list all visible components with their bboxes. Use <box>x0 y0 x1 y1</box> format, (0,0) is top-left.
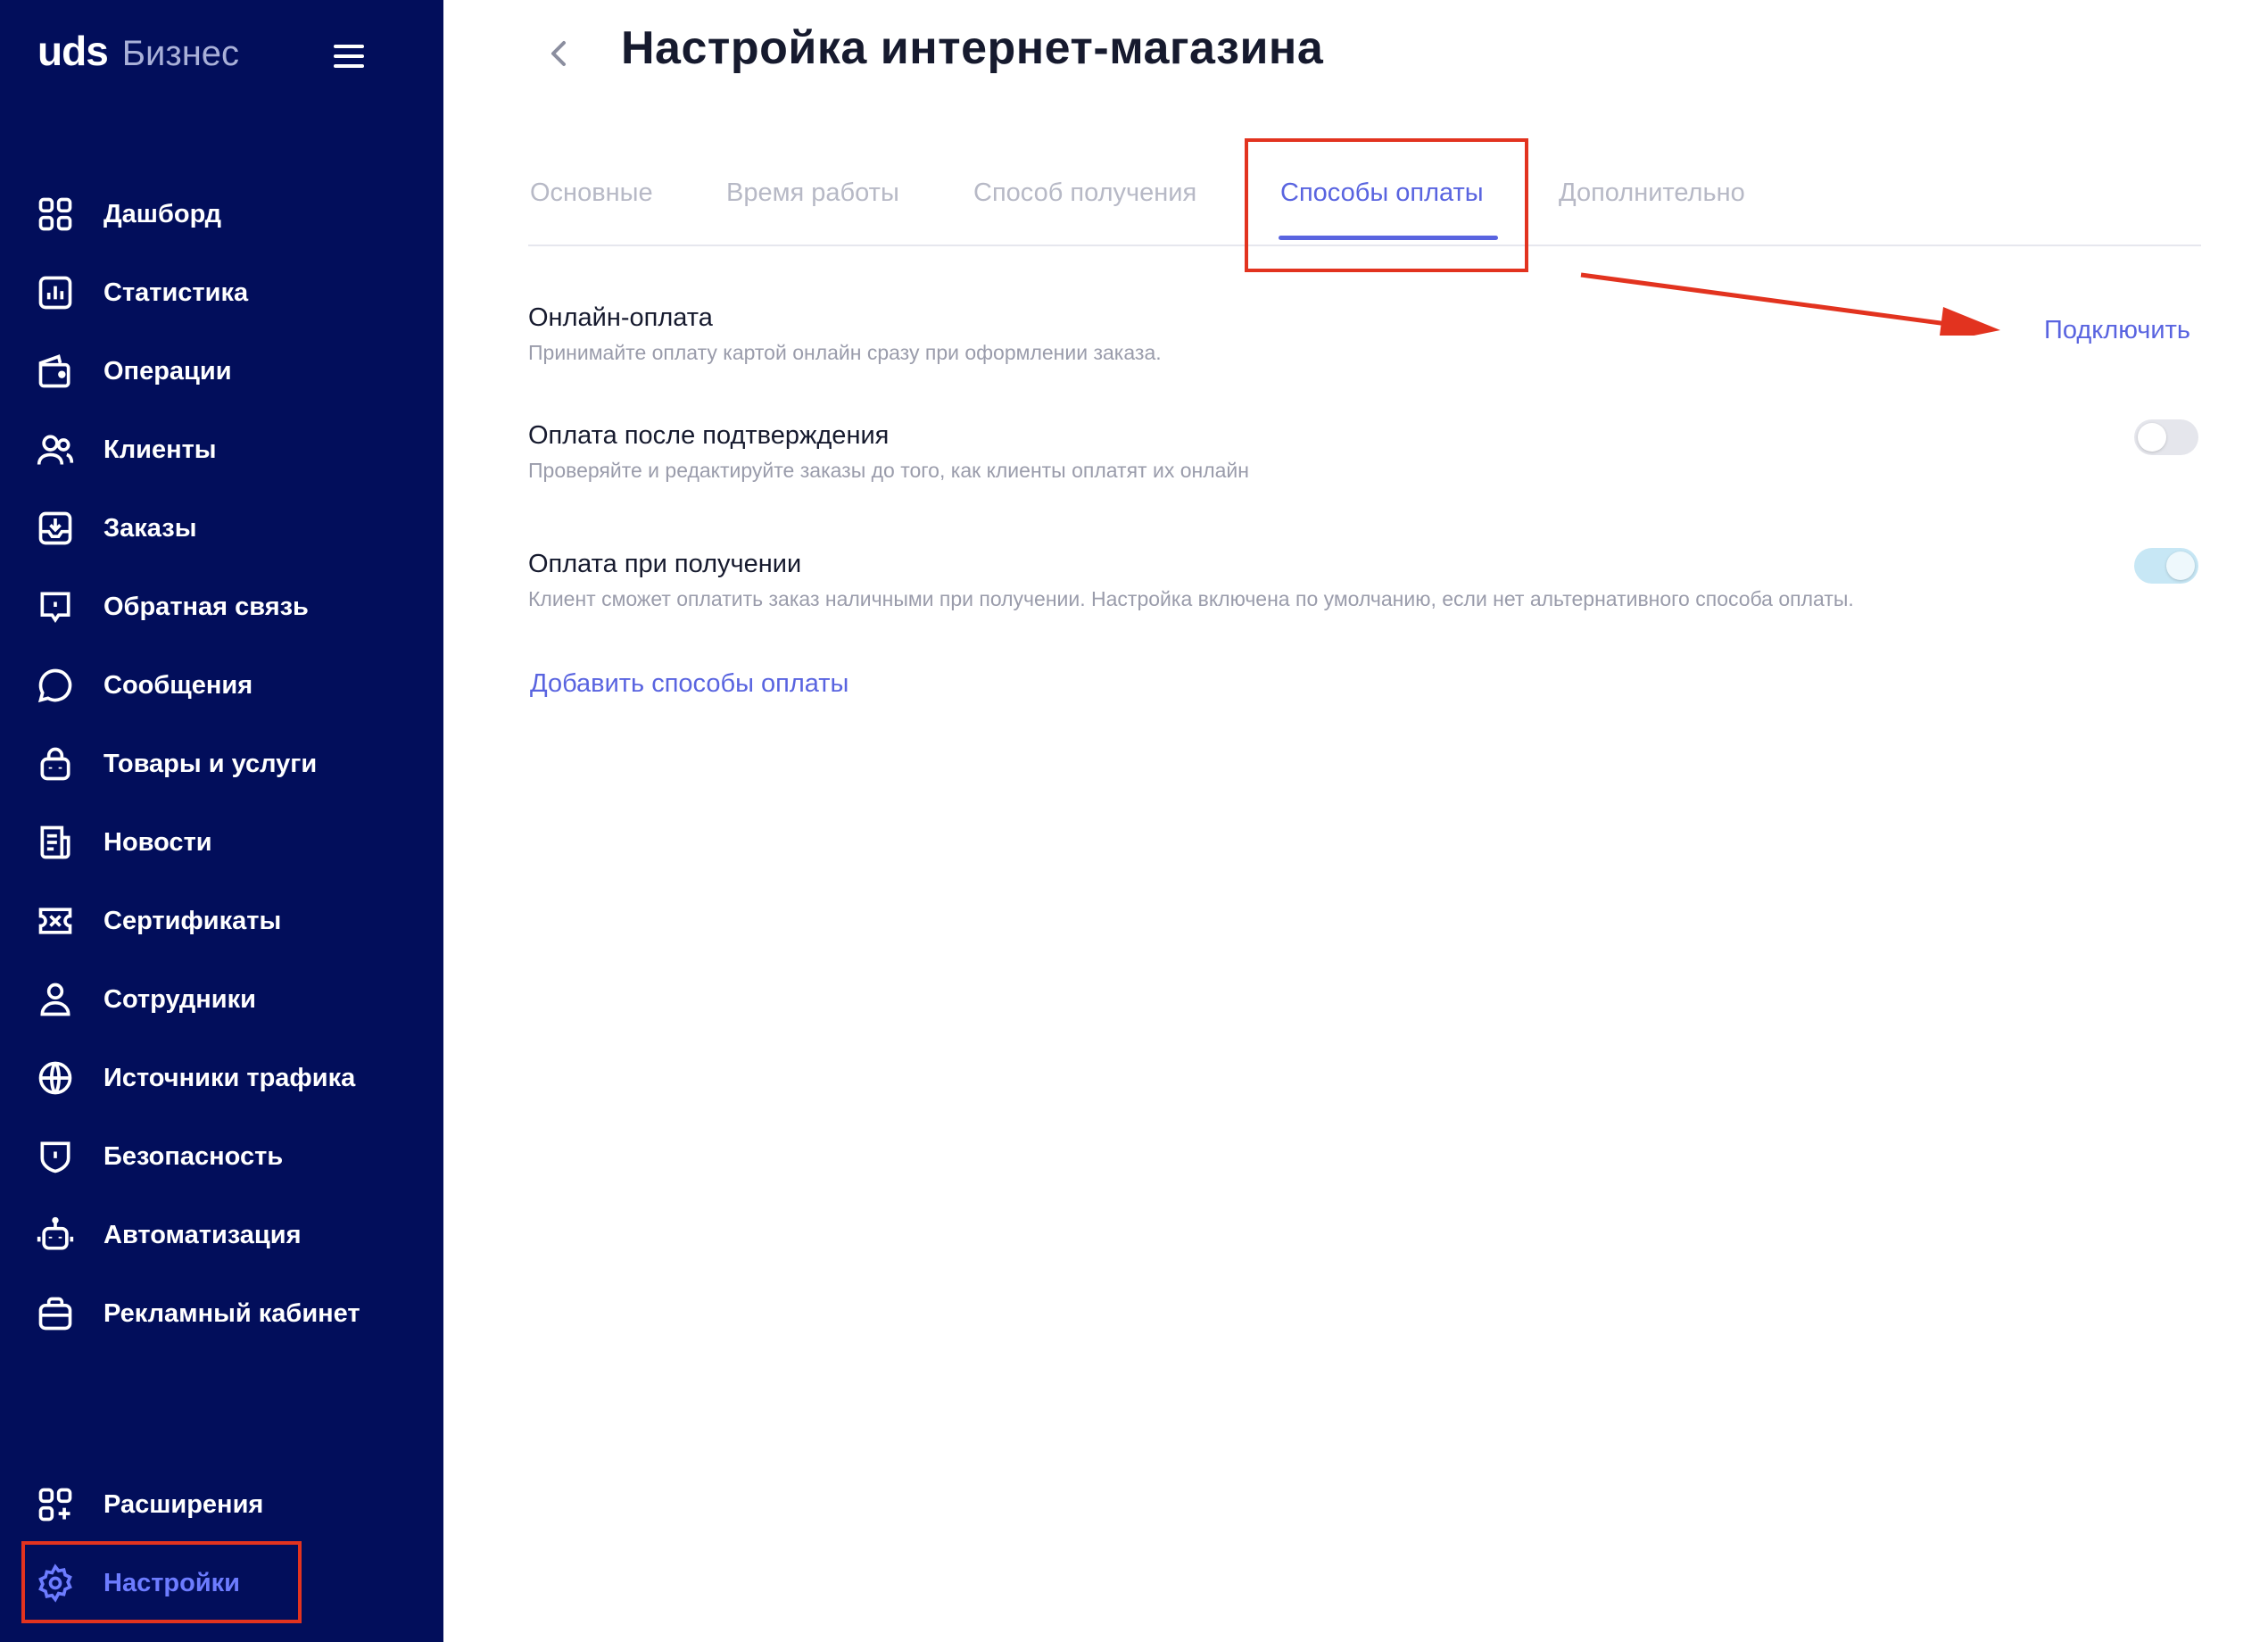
pay-on-receipt-toggle[interactable] <box>2134 548 2198 584</box>
person-icon <box>34 978 77 1021</box>
sidebar-item-label: Заказы <box>103 513 197 543</box>
sidebar: uds Бизнес Дашборд Статистика Операции К… <box>0 0 443 1642</box>
ticket-icon <box>34 900 77 942</box>
users-icon <box>34 428 77 471</box>
chat-icon <box>34 664 77 707</box>
chart-icon <box>34 271 77 314</box>
sidebar-item-employees[interactable]: Сотрудники <box>34 973 409 1026</box>
annotation-box-tab <box>1245 138 1528 272</box>
sidebar-item-label: Сотрудники <box>103 984 256 1014</box>
robot-icon <box>34 1214 77 1256</box>
annotation-box-settings <box>21 1541 302 1623</box>
sidebar-item-label: Обратная связь <box>103 592 309 621</box>
logo-sub-text: Бизнес <box>121 34 240 73</box>
shield-icon <box>34 1135 77 1178</box>
sidebar-item-label: Автоматизация <box>103 1220 302 1249</box>
sidebar-item-ad-cabinet[interactable]: Рекламный кабинет <box>34 1287 409 1340</box>
globe-icon <box>34 1057 77 1099</box>
uds-logo[interactable]: uds Бизнес <box>37 27 239 80</box>
briefcase-icon <box>34 1292 77 1335</box>
sidebar-item-label: Сертификаты <box>103 906 282 935</box>
sidebar-item-operations[interactable]: Операции <box>34 344 409 398</box>
sidebar-item-clients[interactable]: Клиенты <box>34 423 409 477</box>
back-chevron-icon[interactable] <box>546 37 573 70</box>
sidebar-item-traffic-sources[interactable]: Источники трафика <box>34 1051 409 1105</box>
sidebar-item-label: Сообщения <box>103 670 253 700</box>
sidebar-item-feedback[interactable]: Обратная связь <box>34 580 409 634</box>
logo-main-text: uds <box>37 28 109 74</box>
menu-icon[interactable] <box>334 45 366 70</box>
sidebar-item-label: Клиенты <box>103 435 217 464</box>
tab-additional[interactable]: Дополнительно <box>1559 178 1745 208</box>
sidebar-item-products[interactable]: Товары и услуги <box>34 737 409 791</box>
tab-delivery-method[interactable]: Способ получения <box>973 178 1196 208</box>
page-title: Настройка интернет-магазина <box>621 22 1324 74</box>
pay-on-receipt-title: Оплата при получении <box>528 550 802 578</box>
sidebar-item-label: Источники трафика <box>103 1063 356 1092</box>
toggle-knob <box>2138 423 2166 452</box>
connect-link[interactable]: Подключить <box>2044 316 2190 345</box>
tab-working-hours[interactable]: Время работы <box>726 178 899 208</box>
pay-after-confirmation-toggle[interactable] <box>2134 419 2198 455</box>
sidebar-item-dashboard[interactable]: Дашборд <box>34 187 409 241</box>
news-icon <box>34 821 77 864</box>
apps-plus-icon <box>34 1483 77 1526</box>
wallet-icon <box>34 350 77 393</box>
sidebar-item-extensions[interactable]: Расширения <box>34 1478 409 1531</box>
toggle-knob <box>2166 551 2195 580</box>
feedback-icon <box>34 585 77 628</box>
sidebar-item-label: Новости <box>103 827 212 857</box>
dashboard-icon <box>34 193 77 236</box>
sidebar-item-certificates[interactable]: Сертификаты <box>34 894 409 948</box>
online-payment-description: Принимайте оплату картой онлайн сразу пр… <box>528 341 1162 364</box>
sidebar-item-label: Статистика <box>103 278 249 307</box>
inbox-icon <box>34 507 77 550</box>
sidebar-item-messages[interactable]: Сообщения <box>34 659 409 712</box>
sidebar-item-label: Товары и услуги <box>103 749 318 778</box>
sidebar-item-statistics[interactable]: Статистика <box>34 266 409 319</box>
online-payment-title: Онлайн-оплата <box>528 303 713 332</box>
sidebar-item-label: Рекламный кабинет <box>103 1298 360 1328</box>
tab-general[interactable]: Основные <box>530 178 653 208</box>
sidebar-item-label: Расширения <box>103 1489 264 1519</box>
add-payment-methods-link[interactable]: Добавить способы оплаты <box>530 669 848 699</box>
sidebar-item-security[interactable]: Безопасность <box>34 1130 409 1183</box>
sidebar-item-label: Дашборд <box>103 199 221 228</box>
sidebar-item-orders[interactable]: Заказы <box>34 502 409 555</box>
sidebar-item-label: Безопасность <box>103 1141 284 1171</box>
pay-after-confirmation-title: Оплата после подтверждения <box>528 421 890 450</box>
sidebar-item-news[interactable]: Новости <box>34 816 409 869</box>
bag-icon <box>34 742 77 785</box>
sidebar-item-label: Операции <box>103 356 232 386</box>
sidebar-item-automation[interactable]: Автоматизация <box>34 1208 409 1262</box>
pay-on-receipt-description: Клиент сможет оплатить заказ наличными п… <box>528 587 1854 610</box>
annotation-arrow <box>1580 272 2000 336</box>
pay-after-confirmation-description: Проверяйте и редактируйте заказы до того… <box>528 459 1249 482</box>
